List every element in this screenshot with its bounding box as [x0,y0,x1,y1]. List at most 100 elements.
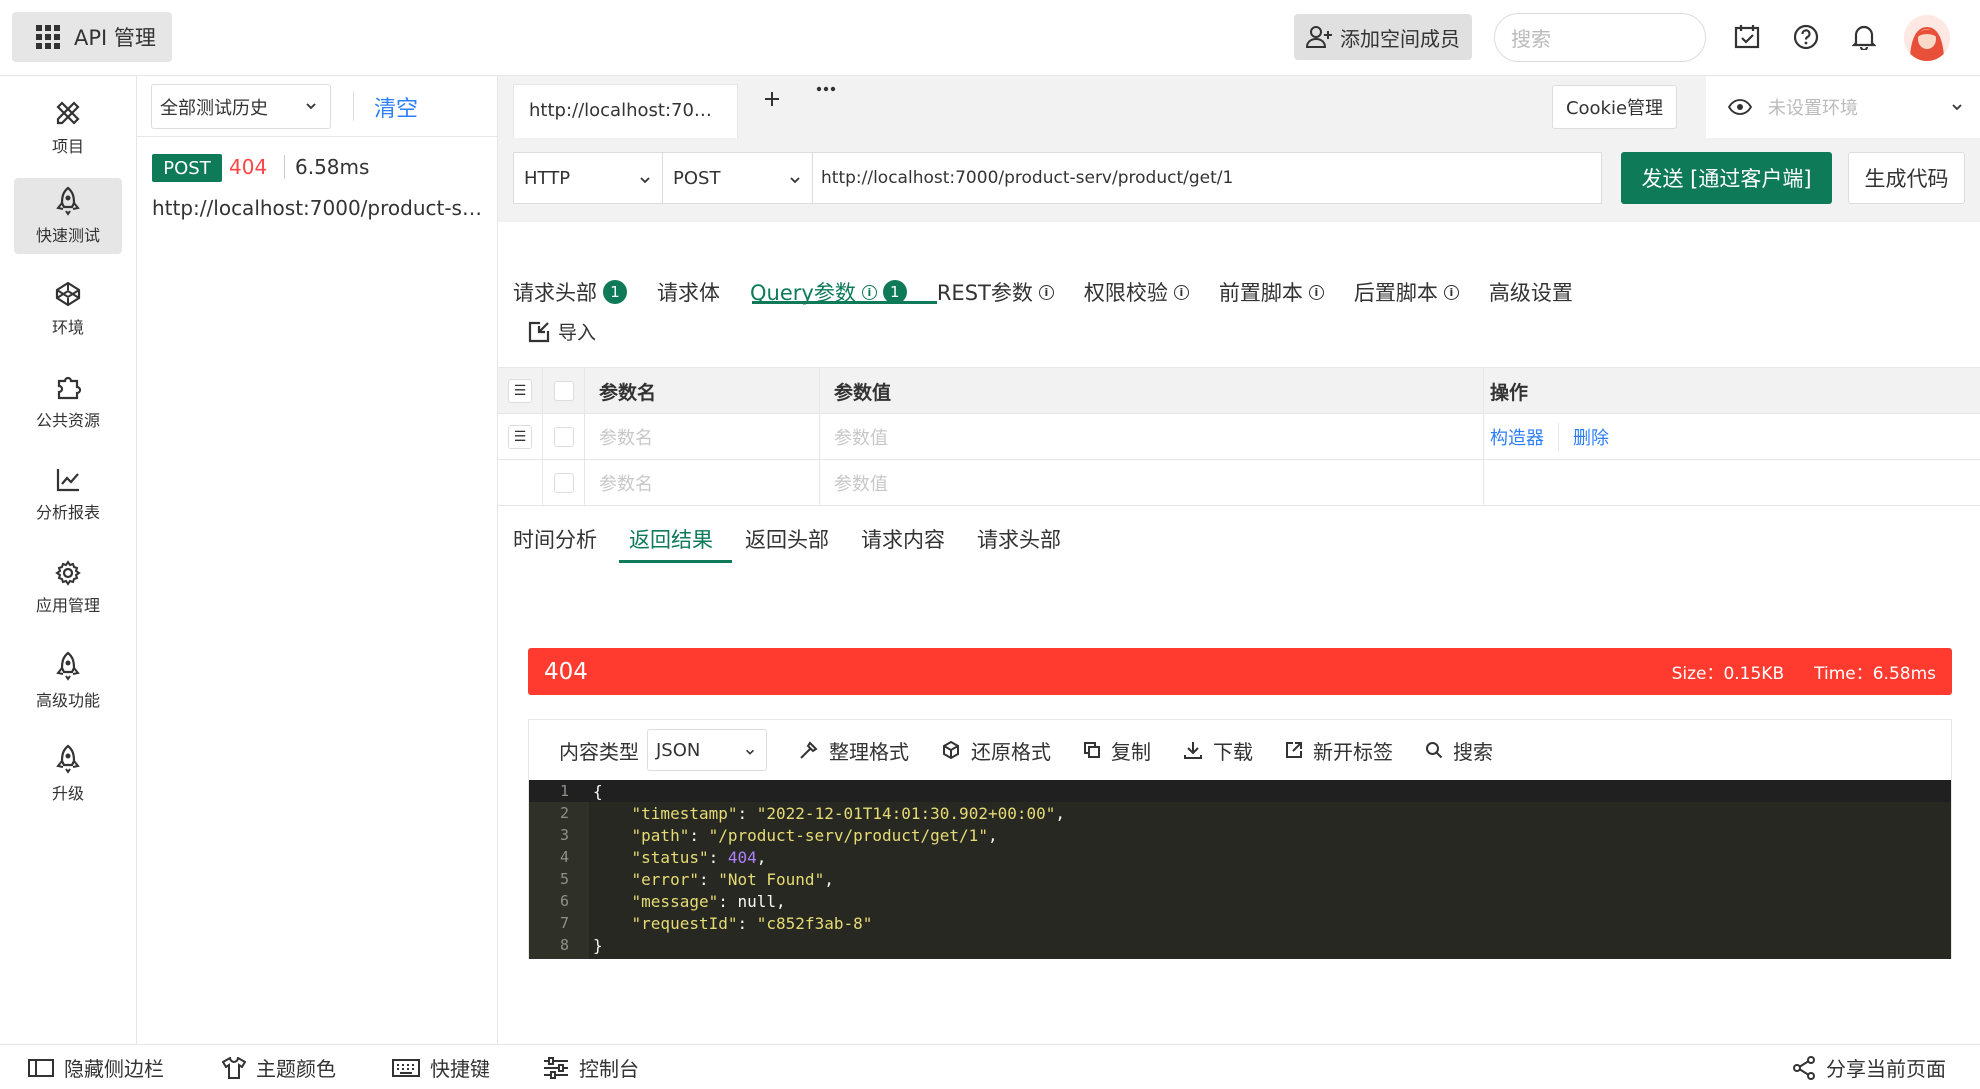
info-icon: i [1173,284,1189,300]
environment-select[interactable]: 未设置环境 [1706,76,1980,138]
help-icon[interactable] [1791,22,1821,52]
param-value-input[interactable]: 参数值 [819,414,1483,460]
tab-response-headers[interactable]: 返回头部 [745,516,829,562]
info-icon: i [1443,284,1459,300]
nav-item-label: 环境 [51,318,84,337]
param-name-input[interactable]: 参数名 [584,460,819,506]
download-button[interactable]: 下载 [1183,736,1253,765]
tab-request-content[interactable]: 请求内容 [861,516,945,562]
import-button[interactable]: 导入 [528,318,596,345]
row-checkbox[interactable] [553,427,574,447]
console-button[interactable]: 控制台 [543,1053,639,1082]
add-member-button[interactable]: 添加空间成员 [1294,14,1472,60]
content-type-select[interactable]: JSON [647,729,767,771]
tab-request-body[interactable]: 请求体 [657,269,720,315]
drag-handle-icon[interactable]: ☰ [508,425,532,449]
share-page-button[interactable]: 分享当前页面 [1792,1053,1946,1082]
theme-color-button[interactable]: 主题颜色 [222,1053,336,1082]
hide-sidebar-button[interactable]: 隐藏侧边栏 [28,1053,164,1082]
nav-item-project[interactable]: 项目 [14,90,122,166]
format-button[interactable]: 整理格式 [799,736,909,765]
protocol-select[interactable]: HTTP [513,152,663,204]
chevron-down-icon [788,173,802,187]
clear-history-button[interactable]: 清空 [353,91,418,122]
request-tabs: 请求头部 1 请求体 Query参数 i 1 REST参数 i 权限校验 i 前… [513,269,1603,315]
bell-icon[interactable] [1849,22,1879,52]
copy-button[interactable]: 复制 [1083,736,1151,765]
param-value-input[interactable]: 参数值 [819,460,1483,506]
rocket-icon [55,744,81,774]
tab-advanced-settings[interactable]: 高级设置 [1489,269,1573,315]
url-bar: HTTP POST http://localhost:7000/product-… [498,138,1980,222]
avatar[interactable] [1904,15,1950,61]
select-all-checkbox[interactable] [553,381,574,401]
cookie-manager-button[interactable]: Cookie管理 [1552,85,1677,129]
search-input[interactable]: 搜索 [1494,13,1706,62]
history-filter-select[interactable]: 全部测试历史 [151,84,331,129]
open-new-tab-button[interactable]: 新开标签 [1285,736,1393,765]
nav-item-label: 高级功能 [35,691,100,710]
tab-response-body[interactable]: 返回结果 [629,516,713,562]
tab-post-script[interactable]: 后置脚本 i [1354,269,1459,315]
protocol-value: HTTP [524,167,571,189]
tab-label: 后置脚本 [1353,281,1438,305]
tab-request-headers[interactable]: 请求头部 1 [513,269,627,315]
tab-time-analysis[interactable]: 时间分析 [513,516,597,562]
download-label: 下载 [1213,739,1253,764]
column-header-actions: 操作 [1483,368,1980,414]
nav-item-public-resources[interactable]: 公共资源 [14,364,122,440]
shortcuts-button[interactable]: 快捷键 [392,1053,490,1082]
search-button[interactable]: 搜索 [1425,736,1493,765]
copy-icon [1083,741,1101,759]
chart-line-icon [55,467,81,493]
nav-item-label: 升级 [51,784,84,803]
response-body-editor[interactable]: 1 { 2 "timestamp": "2022-12-01T14:01:30.… [529,780,1951,959]
nav-item-label: 分析报表 [35,503,100,522]
request-tab[interactable]: http://localhost:7000/product-serv/produ… [513,84,738,138]
nav-item-label: 公共资源 [35,411,100,430]
row-checkbox[interactable] [553,473,574,493]
tab-sent-headers[interactable]: 请求头部 [977,516,1061,562]
rocket-icon [55,651,81,681]
search-icon [1425,741,1443,759]
response-size: Size：0.15KB [1671,664,1785,684]
bottom-bar: 隐藏侧边栏 主题颜色 快捷键 控制台 分享当前页面 [0,1044,1980,1089]
tab-label: 高级设置 [1488,281,1573,305]
restore-format-button[interactable]: 还原格式 [941,736,1051,765]
nav-item-analytics[interactable]: 分析报表 [14,457,122,533]
url-input[interactable]: http://localhost:7000/product-serv/produ… [813,152,1602,204]
tab-auth[interactable]: 权限校验 i [1084,269,1189,315]
tab-pre-script[interactable]: 前置脚本 i [1219,269,1324,315]
search-placeholder: 搜索 [1511,27,1551,51]
restore-format-label: 还原格式 [971,739,1051,764]
nav-item-environment[interactable]: 环境 [14,271,122,347]
chevron-down-icon [638,173,652,187]
delete-link[interactable]: 删除 [1573,424,1609,450]
active-tab-indicator [752,301,937,304]
nav-item-app-management[interactable]: 应用管理 [14,550,122,626]
more-tabs-button[interactable] [816,86,836,92]
history-filter-value: 全部测试历史 [160,97,268,119]
content-type-value: JSON [656,739,701,761]
cube-icon [941,740,961,760]
nav-item-quick-test[interactable]: 快速测试 [14,178,122,254]
status-code: 404 [229,155,268,179]
shirt-icon [222,1056,246,1079]
nav-item-advanced[interactable]: 高级功能 [14,643,122,719]
left-nav: 项目 快速测试 环境 公共资源 分析报表 应用管理 高级功能 升级 [0,76,137,1044]
menu-icon[interactable]: ☰ [508,379,532,403]
tab-query-params[interactable]: Query参数 i 1 [750,269,907,315]
builder-link[interactable]: 构造器 [1490,424,1544,450]
send-button[interactable]: 发送 [通过客户端] [1621,152,1832,204]
app-menu-button[interactable]: API 管理 [12,12,172,62]
sidebar-icon [28,1058,54,1078]
user-plus-icon [1306,25,1334,49]
add-tab-button[interactable] [763,90,781,108]
param-name-input[interactable]: 参数名 [584,414,819,460]
calendar-check-icon[interactable] [1732,22,1762,52]
tab-rest-params[interactable]: REST参数 i [937,269,1054,315]
generate-code-button[interactable]: 生成代码 [1848,152,1965,204]
method-select[interactable]: POST [663,152,813,204]
shortcuts-label: 快捷键 [430,1057,490,1081]
nav-item-upgrade[interactable]: 升级 [14,736,122,812]
